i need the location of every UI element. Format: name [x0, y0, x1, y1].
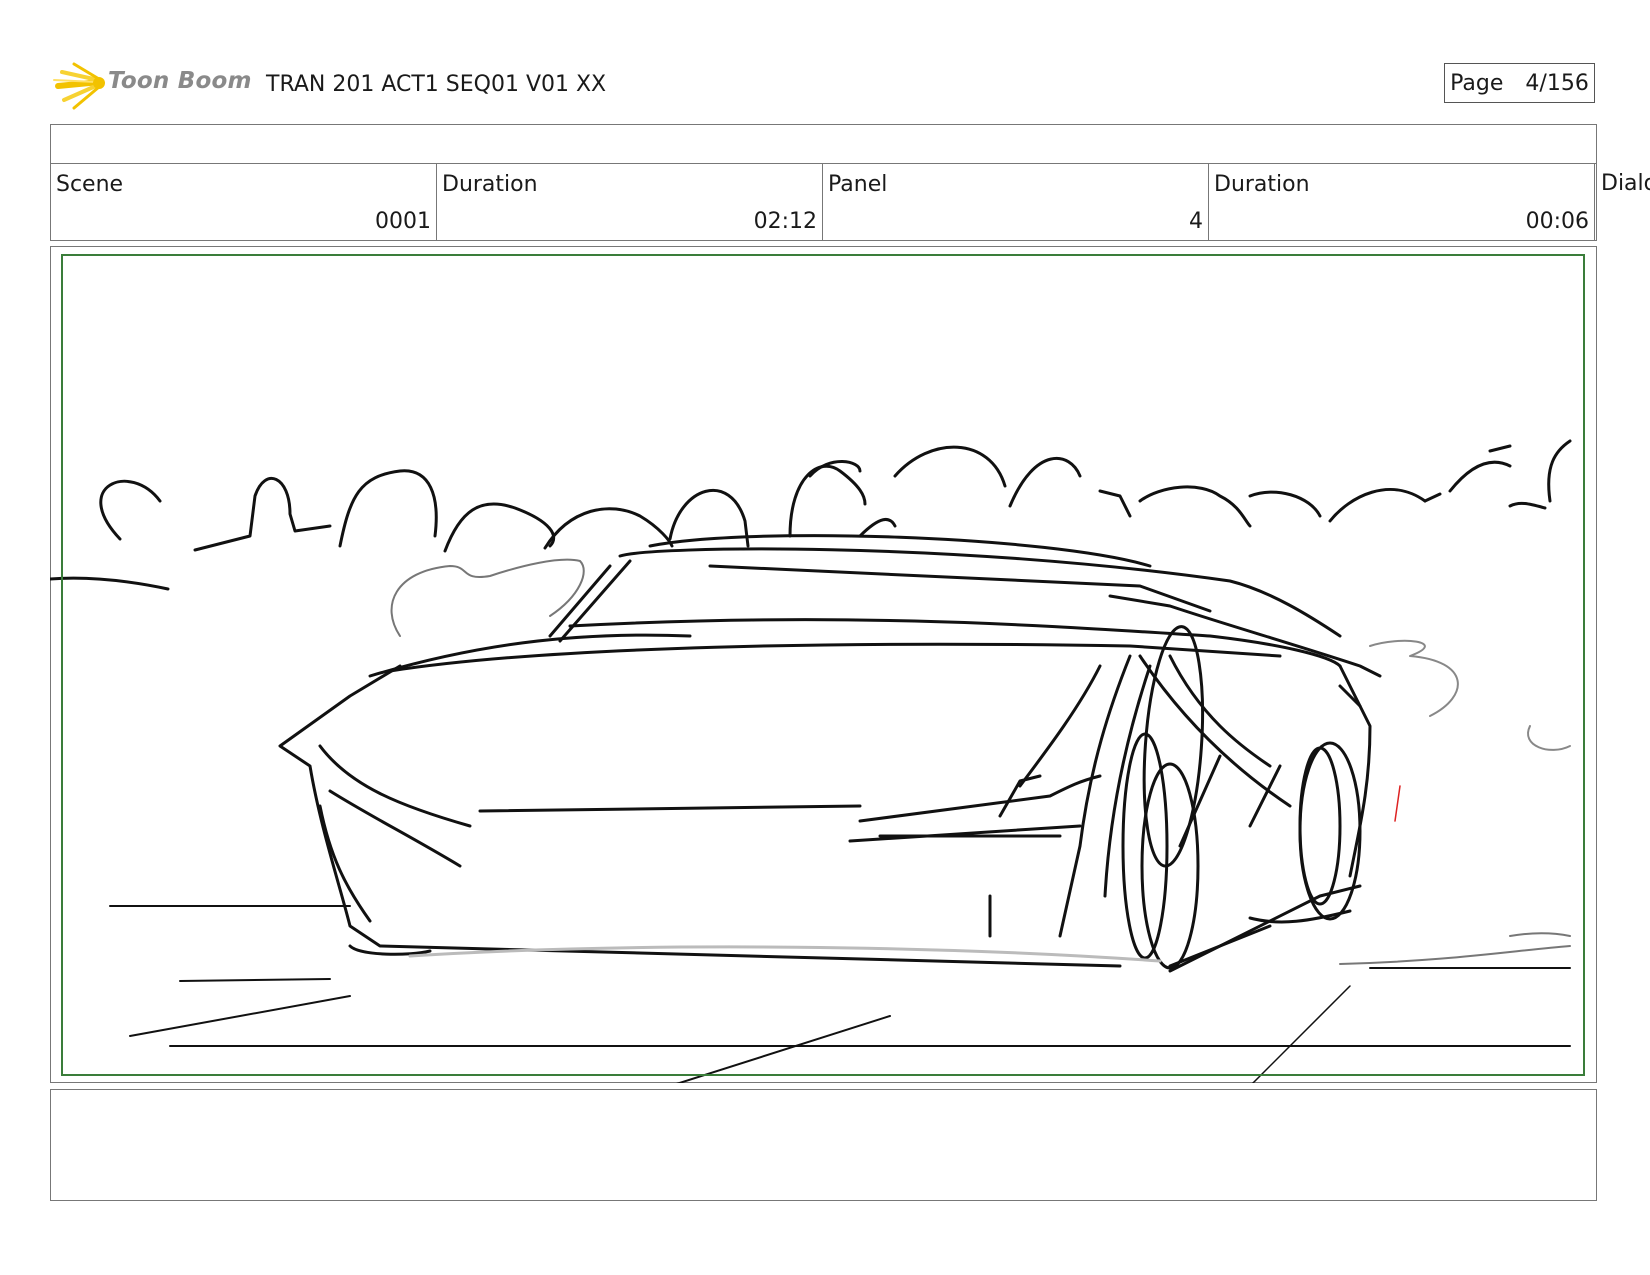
notes-box[interactable]	[50, 1089, 1597, 1201]
panel-duration-cell: Duration 00:06	[1209, 164, 1595, 240]
dialog-label: Dialo	[1601, 171, 1650, 196]
panel-info-row: Scene 0001 Duration 02:12 Panel 4 Durati…	[50, 163, 1597, 241]
panel-duration-label: Duration	[1214, 172, 1310, 197]
panel-value: 4	[1189, 209, 1203, 234]
header-bar	[50, 124, 1597, 164]
page-number: 4/156	[1525, 70, 1589, 96]
project-title: TRAN 201 ACT1 SEQ01 V01 XX	[266, 72, 607, 97]
page-label: Page	[1450, 70, 1504, 96]
scene-duration-label: Duration	[442, 172, 538, 197]
panel-label: Panel	[828, 172, 888, 197]
scene-label: Scene	[56, 172, 124, 197]
starburst-icon	[53, 62, 105, 110]
scene-duration-cell: Duration 02:12	[437, 164, 823, 240]
page-indicator: Page 4/156	[1444, 63, 1595, 103]
panel-cell: Panel 4	[823, 164, 1209, 240]
panel-duration-value: 00:06	[1525, 209, 1589, 234]
logo-text: Toon Boom	[108, 68, 252, 94]
scene-value: 0001	[375, 209, 431, 234]
toon-boom-logo: Toon Boom	[52, 58, 252, 114]
camera-safe-frame	[61, 254, 1585, 1076]
scene-duration-value: 02:12	[753, 209, 817, 234]
scene-cell: Scene 0001	[51, 164, 437, 240]
